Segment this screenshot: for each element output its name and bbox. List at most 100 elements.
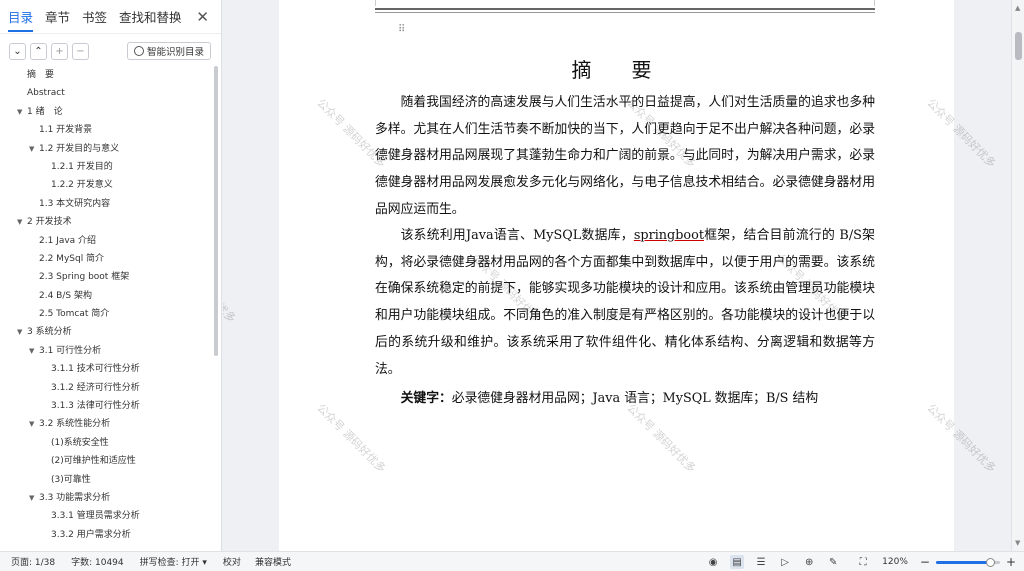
zoom-out-icon[interactable]: − [920,555,930,569]
toc-item-label: 2.1 Java 介绍 [39,235,97,246]
compat-mode: 兼容模式 [254,558,291,568]
smart-toc-label: 智能识别目录 [146,47,204,58]
toc-item-label: 2.2 MySql 简介 [39,253,105,264]
expand-arrow-icon[interactable]: ▼ [29,415,34,433]
toc-item[interactable]: (1)系统安全性 [0,434,212,452]
toc-item[interactable]: 3.1.1 技术可行性分析 [0,360,212,378]
scroll-down-icon[interactable]: ▼ [1015,539,1020,547]
watermark-text: 公众号 源码好优多 [223,251,239,326]
toc-item[interactable]: 3.3.2 用户需求分析 [0,526,212,544]
status-bar: 页面: 1/38 字数: 10494 拼写检查: 打开 ▾ 校对 兼容模式 ◉ … [0,551,1024,571]
toc-item[interactable]: 2.1 Java 介绍 [0,232,212,250]
zoom-slider[interactable] [935,557,1000,567]
page-count[interactable]: 页面: 1/38 [11,555,55,568]
toc-list: 摘 要 Abstract ▼ 1 绪 论 1.1 开发背景 ▼ 1.2 开发目的与意义 1.2… [0,66,212,551]
toc-item-label: 2.4 B/S 架构 [39,290,92,301]
toc-item[interactable]: ▼ 2 开发技术 [0,213,212,231]
header-rule [375,8,875,10]
toc-item[interactable]: 2.5 Tomcat 简介 [0,305,212,323]
paragraph-text: 框架，结合目前流行的 B/S架构，将必录德健身器材用品网的各个方面都集中到数据库… [375,228,875,377]
fit-page-icon[interactable]: ⛶ [856,555,870,569]
toc-item-label: 3.2 系统性能分析 [39,419,111,430]
view-controls: ◉ ▤ ☰ ▷ ⊕ ✎ ⛶ 120% − + [696,552,1016,571]
collapse-down-icon[interactable]: ⌄ [9,42,26,60]
toc-item-label: 1.2.1 开发目的 [51,161,113,172]
toc-item[interactable]: 1.2.1 开发目的 [0,158,212,176]
toc-item-label: 3.1.3 法律可行性分析 [51,401,140,412]
nav-tabs: 目录 章节 书签 查找和替换 ✕ [0,0,221,34]
tab-chapters[interactable]: 章节 [45,1,70,32]
eye-icon[interactable]: ◉ [706,555,720,569]
toc-item[interactable]: 摘 要 [0,66,212,84]
toc-item[interactable]: ▼ 3.2 系统性能分析 [0,415,212,433]
toc-item-label: 1.3 本文研究内容 [39,198,111,209]
page-top-border [375,0,875,6]
page-view-icon[interactable]: ▤ [730,555,745,569]
word-count[interactable]: 字数: 10494 [71,555,124,568]
zoom-in-icon[interactable]: + [1006,555,1016,569]
toc-item[interactable]: 3.3.1 管理员需求分析 [0,507,212,525]
minus-icon[interactable]: − [72,42,89,60]
scroll-up-icon[interactable]: ▲ [1015,4,1020,12]
abstract-paragraph-1: 随着我国经济的高速发展与人们生活水平的日益提高，人们对生活质量的追求也多种多样。… [375,95,875,217]
smart-recognize-icon [133,46,144,56]
toc-item[interactable]: (2)可维护性和适应性 [0,452,212,470]
toc-item-label: 3.1.2 经济可行性分析 [51,382,140,393]
web-view-icon[interactable]: ⊕ [802,555,816,569]
tab-toc[interactable]: 目录 [8,1,34,32]
toc-item[interactable]: 1.1 开发背景 [0,121,212,139]
toc-item[interactable]: 3.1.3 法律可行性分析 [0,397,212,415]
toc-item-label: (2)可维护性和适应性 [51,456,136,467]
toc-item-label: 3.3 功能需求分析 [39,492,111,503]
close-icon[interactable]: ✕ [196,8,209,26]
paragraph-text: 该系统利用Java语言、MySQL数据库， [400,228,634,243]
spellcheck-word: springboot [633,228,704,243]
zoom-level[interactable]: 120% [882,557,908,567]
toc-item[interactable]: 2.4 B/S 架构 [0,287,212,305]
toc-item[interactable]: 2.3 Spring boot 框架 [0,268,212,286]
keywords-text: 必录德健身器材用品网；Java 语言；MySQL 数据库；B/S 结构 [451,391,819,406]
toc-item-label: 3.1.1 技术可行性分析 [51,364,140,375]
toc-item-label: 1.2 开发目的与意义 [39,143,120,154]
toc-item[interactable]: ▼ 3.3 功能需求分析 [0,489,212,507]
toc-item-label: 1.2.2 开发意义 [51,180,113,191]
toc-item-label: (3)可靠性 [51,474,91,485]
smart-toc-button[interactable]: 智能识别目录 [126,42,211,60]
scroll-thumb[interactable] [1015,32,1022,60]
toc-scrollbar[interactable] [214,66,218,356]
expand-arrow-icon[interactable]: ▼ [29,140,34,158]
toc-item[interactable]: 1.3 本文研究内容 [0,195,212,213]
proofread-button[interactable]: 校对 [223,555,241,568]
document-page[interactable]: ⠿ 摘 要 随着我国经济的高速发展与人们生活水平的日益提高，人们对生活质量的追求… [279,0,954,551]
expand-arrow-icon[interactable]: ▼ [17,103,22,121]
tab-bookmarks[interactable]: 书签 [82,1,107,32]
zoom-slider-knob[interactable] [986,557,996,567]
pen-icon[interactable]: ✎ [826,555,840,569]
toc-item[interactable]: 2.2 MySql 简介 [0,250,212,268]
toc-item[interactable]: 3.1.2 经济可行性分析 [0,379,212,397]
spellcheck-toggle[interactable]: 拼写检查: 打开 ▾ [140,555,207,568]
toc-item[interactable]: ▼ 1.2 开发目的与意义 [0,140,212,158]
tab-find-replace[interactable]: 查找和替换 [119,1,182,32]
drag-handle-icon[interactable]: ⠿ [398,24,405,35]
toc-item[interactable]: Abstract [0,84,212,102]
plus-icon[interactable]: + [51,42,68,60]
play-icon[interactable]: ▷ [778,555,792,569]
toc-item-label: 2 开发技术 [27,217,72,228]
expand-arrow-icon[interactable]: ▼ [29,489,34,507]
expand-arrow-icon[interactable]: ▼ [29,342,34,360]
zoom-slider-fill [935,560,991,564]
chevron-up-icon[interactable]: ⌃ [30,42,47,60]
keywords-label: 关键字： [400,391,452,406]
vertical-scrollbar[interactable]: ▲ ▼ [1011,0,1024,551]
toc-item[interactable]: (3)可靠性 [0,471,212,489]
toc-item[interactable]: 1.2.2 开发意义 [0,176,212,194]
toc-item[interactable]: ▼ 3 系统分析 [0,323,212,341]
expand-arrow-icon[interactable]: ▼ [17,323,22,341]
toc-item-label: 2.5 Tomcat 简介 [39,309,110,320]
toc-item[interactable]: ▼ 1 绪 论 [0,103,212,121]
document-area: ⠿ 摘 要 随着我国经济的高速发展与人们生活水平的日益提高，人们对生活质量的追求… [223,0,1011,551]
expand-arrow-icon[interactable]: ▼ [17,213,22,231]
toc-item[interactable]: ▼ 3.1 可行性分析 [0,342,212,360]
outline-view-icon[interactable]: ☰ [754,555,768,569]
